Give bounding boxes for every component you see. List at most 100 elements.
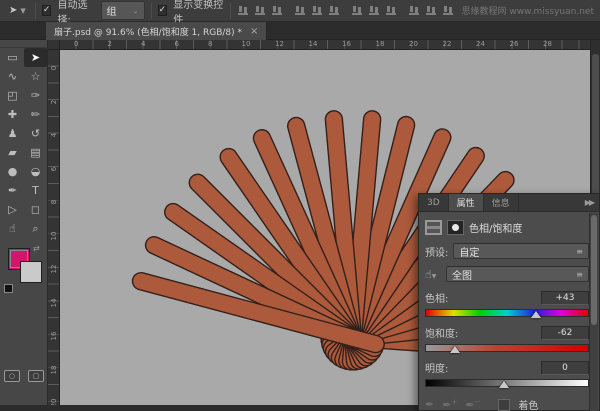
distribute-bottom-edges-icon[interactable] (385, 5, 398, 16)
shape-tool[interactable]: ◻ (24, 200, 47, 219)
preset-dropdown[interactable]: 自定 ≡ (453, 243, 589, 259)
align-vertical-centers-icon[interactable] (254, 5, 267, 16)
path-selection-tool[interactable]: ▷ (1, 200, 24, 219)
layer-mask-icon[interactable] (447, 220, 464, 235)
add-to-sample-eyedropper-icon[interactable]: ✒+ (442, 398, 457, 411)
saturation-slider-thumb[interactable] (450, 346, 460, 353)
v-ruler-number: 16 (50, 331, 58, 341)
h-ruler-number: 14 (309, 40, 318, 48)
panel-scrollbar-thumb[interactable] (591, 215, 597, 325)
h-ruler-number: 8 (208, 40, 212, 48)
document-tab[interactable]: 扇子.psd @ 91.6% (色相/饱和度 1, RGB/8) * × (46, 22, 267, 40)
distribute-horizontal-centers-icon[interactable] (425, 5, 438, 16)
colorize-checkbox[interactable] (498, 399, 510, 411)
document-tab-bar: 扇子.psd @ 91.6% (色相/饱和度 1, RGB/8) * × (0, 22, 600, 40)
h-ruler-number: 20 (409, 40, 418, 48)
toolbox: ▭➤∿☆◰✑✚✏♟↺▰▤●◒✒T▷◻☝⌕ ⇄ ○ ▢ (0, 40, 48, 405)
background-color-swatch[interactable] (20, 261, 42, 283)
properties-panel: 3D属性信息 ▶▶ 色相/饱和度 预设: 自定 ≡ ☝▼ 全图 ≡ (418, 193, 600, 411)
rectangular-marquee-tool[interactable]: ▭ (1, 48, 24, 67)
chevron-down-icon: ▼ (20, 7, 25, 15)
panel-tab-信息[interactable]: 信息 (484, 194, 519, 211)
eraser-tool[interactable]: ▰ (1, 143, 24, 162)
type-tool[interactable]: T (24, 181, 47, 200)
panel-body: 色相/饱和度 预设: 自定 ≡ ☝▼ 全图 ≡ 色相: +43 (419, 212, 599, 411)
scrollbar-thumb[interactable] (592, 54, 599, 204)
align-right-edges-icon[interactable] (328, 5, 341, 16)
saturation-slider[interactable] (425, 344, 589, 352)
eyedropper-icon[interactable]: ✒ (425, 398, 434, 411)
v-ruler-number: 12 (50, 264, 58, 274)
horizontal-ruler: 0246810121416182022242628 (60, 40, 590, 50)
screen-mode-button[interactable]: ▢ (28, 370, 44, 382)
colorize-label: 着色 (518, 397, 538, 411)
hue-saturation-adjustment-icon[interactable] (425, 220, 442, 235)
swap-colors-icon[interactable]: ⇄ (33, 244, 40, 253)
dodge-tool[interactable]: ◒ (24, 162, 47, 181)
ruler-origin-corner[interactable] (48, 40, 60, 50)
auto-select-checkbox[interactable]: ✓ (42, 5, 52, 16)
quick-mask-button[interactable]: ○ (4, 370, 20, 382)
panel-scrollbar[interactable] (589, 213, 598, 411)
v-ruler-number: 20 (50, 398, 58, 405)
distribute-vertical-centers-icon[interactable] (368, 5, 381, 16)
magic-wand-tool[interactable]: ☆ (24, 67, 47, 86)
distribute-top-edges-icon[interactable] (351, 5, 364, 16)
v-ruler-number: 0 (50, 63, 58, 73)
pen-tool[interactable]: ✒ (1, 181, 24, 200)
panel-tab-bar: 3D属性信息 ▶▶ (419, 194, 599, 212)
toolbox-grip[interactable] (0, 40, 47, 48)
close-icon[interactable]: × (250, 26, 258, 37)
channel-dropdown[interactable]: 全图 ≡ (446, 266, 589, 282)
show-transform-controls-checkbox[interactable]: ✓ (158, 5, 168, 16)
distribute-left-edges-icon[interactable] (408, 5, 421, 16)
lightness-value-input[interactable]: 0 (541, 361, 589, 375)
h-ruler-number: 4 (141, 40, 145, 48)
align-left-edges-icon[interactable] (294, 5, 307, 16)
v-ruler-number: 8 (50, 197, 58, 207)
v-ruler-number: 14 (50, 298, 58, 308)
move-tool-preset-button[interactable]: ➤ ▼ (6, 3, 29, 18)
targeted-adjustment-hand-icon[interactable]: ☝▼ (425, 268, 441, 281)
panel-tab-属性[interactable]: 属性 (449, 194, 484, 211)
lightness-slider-thumb[interactable] (499, 381, 509, 388)
separator (151, 3, 152, 19)
move-tool[interactable]: ➤ (24, 48, 47, 67)
distribute-right-edges-icon[interactable] (442, 5, 455, 16)
panel-tab-3D[interactable]: 3D (419, 194, 449, 211)
crop-tool[interactable]: ◰ (1, 86, 24, 105)
healing-brush-tool[interactable]: ✚ (1, 105, 24, 124)
tool-grid: ▭➤∿☆◰✑✚✏♟↺▰▤●◒✒T▷◻☝⌕ (0, 48, 47, 238)
hue-slider[interactable] (425, 309, 589, 317)
hue-value-input[interactable]: +43 (541, 291, 589, 305)
h-ruler-number: 24 (476, 40, 485, 48)
saturation-value-input[interactable]: -62 (541, 326, 589, 340)
brush-tool[interactable]: ✏ (24, 105, 47, 124)
collapse-panel-icon[interactable]: ▶▶ (579, 194, 599, 211)
preset-label: 预设: (425, 244, 448, 259)
lightness-slider[interactable] (425, 379, 589, 387)
h-ruler-number: 6 (175, 40, 179, 48)
history-brush-tool[interactable]: ↺ (24, 124, 47, 143)
v-ruler-number: 6 (50, 164, 58, 174)
subtract-from-sample-eyedropper-icon[interactable]: ✒− (465, 398, 480, 411)
h-ruler-number: 22 (443, 40, 452, 48)
align-bottom-edges-icon[interactable] (271, 5, 284, 16)
hue-label: 色相: (425, 290, 448, 305)
v-ruler-number: 10 (50, 231, 58, 241)
align-top-edges-icon[interactable] (237, 5, 250, 16)
hue-slider-thumb[interactable] (531, 311, 541, 318)
align-horizontal-centers-icon[interactable] (311, 5, 324, 16)
adjustment-title: 色相/饱和度 (469, 220, 522, 235)
hand-tool[interactable]: ☝ (1, 219, 24, 238)
h-ruler-number: 10 (242, 40, 251, 48)
default-colors-icon[interactable] (4, 284, 13, 293)
blur-tool[interactable]: ● (1, 162, 24, 181)
gradient-tool[interactable]: ▤ (24, 143, 47, 162)
zoom-tool[interactable]: ⌕ (24, 219, 47, 238)
auto-select-scope-dropdown[interactable]: 组 ⌄ (101, 1, 145, 20)
eyedropper-tool[interactable]: ✑ (24, 86, 47, 105)
clone-stamp-tool[interactable]: ♟ (1, 124, 24, 143)
separator (35, 3, 36, 19)
lasso-tool[interactable]: ∿ (1, 67, 24, 86)
